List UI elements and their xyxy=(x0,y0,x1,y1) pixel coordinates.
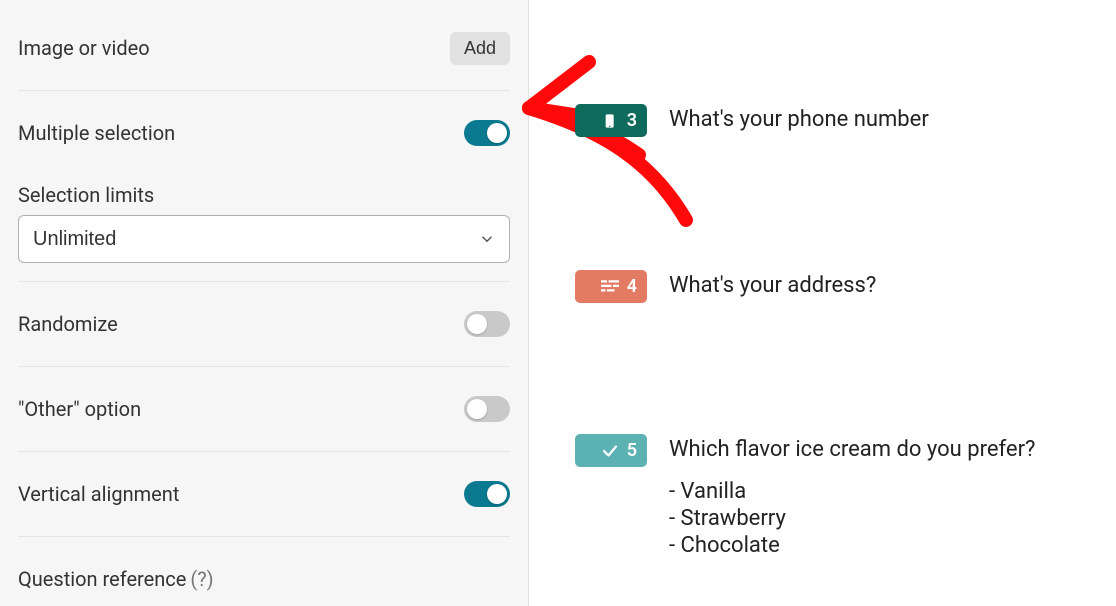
question-item[interactable]: 4 What's your address? xyxy=(575,270,876,303)
randomize-row: Randomize xyxy=(18,300,510,348)
question-number: 5 xyxy=(627,440,637,461)
option-item: - Vanilla xyxy=(669,479,1035,504)
check-icon xyxy=(601,442,619,460)
question-badge: 5 xyxy=(575,434,647,467)
divider xyxy=(18,366,510,367)
question-title: Which flavor ice cream do you prefer? xyxy=(669,434,1035,463)
address-icon xyxy=(601,280,619,294)
vertical-alignment-row: Vertical alignment xyxy=(18,470,510,518)
divider xyxy=(18,451,510,452)
settings-panel: Image or video Add Multiple selection Se… xyxy=(0,0,529,606)
vertical-alignment-toggle[interactable] xyxy=(464,481,510,507)
selection-limits-field: Unlimited xyxy=(18,215,510,263)
option-item: - Chocolate xyxy=(669,533,1035,558)
other-option-row: "Other" option xyxy=(18,385,510,433)
question-number: 4 xyxy=(627,276,637,297)
randomize-label: Randomize xyxy=(18,312,118,336)
divider xyxy=(18,281,510,282)
question-badge: 4 xyxy=(575,270,647,303)
multiple-selection-label: Multiple selection xyxy=(18,121,175,145)
multiple-selection-toggle[interactable] xyxy=(464,120,510,146)
other-option-toggle[interactable] xyxy=(464,396,510,422)
question-reference-row: Question reference (?) xyxy=(18,555,510,603)
question-item[interactable]: 5 Which flavor ice cream do you prefer? … xyxy=(575,434,1035,560)
image-or-video-label: Image or video xyxy=(18,36,150,60)
selection-limits-select[interactable]: Unlimited xyxy=(18,215,510,263)
question-item[interactable]: 3 What's your phone number xyxy=(575,104,929,137)
add-media-button[interactable]: Add xyxy=(450,32,510,65)
image-or-video-row: Image or video Add xyxy=(18,24,510,72)
question-number: 3 xyxy=(627,110,637,131)
vertical-alignment-label: Vertical alignment xyxy=(18,482,179,506)
form-preview: 3 What's your phone number 4 What's your… xyxy=(529,0,1116,606)
selection-limits-label: Selection limits xyxy=(18,183,510,207)
question-title: What's your address? xyxy=(669,270,876,299)
annotation-arrow-icon xyxy=(511,50,751,230)
divider xyxy=(18,536,510,537)
multiple-selection-row: Multiple selection xyxy=(18,109,510,157)
question-reference-label: Question reference xyxy=(18,567,186,591)
question-options: - Vanilla - Strawberry - Chocolate xyxy=(669,479,1035,558)
question-title: What's your phone number xyxy=(669,104,929,133)
divider xyxy=(18,90,510,91)
other-option-label: "Other" option xyxy=(18,397,141,421)
help-icon[interactable]: (?) xyxy=(190,567,213,591)
phone-icon xyxy=(603,113,619,129)
randomize-toggle[interactable] xyxy=(464,311,510,337)
option-item: - Strawberry xyxy=(669,506,1035,531)
question-badge: 3 xyxy=(575,104,647,137)
